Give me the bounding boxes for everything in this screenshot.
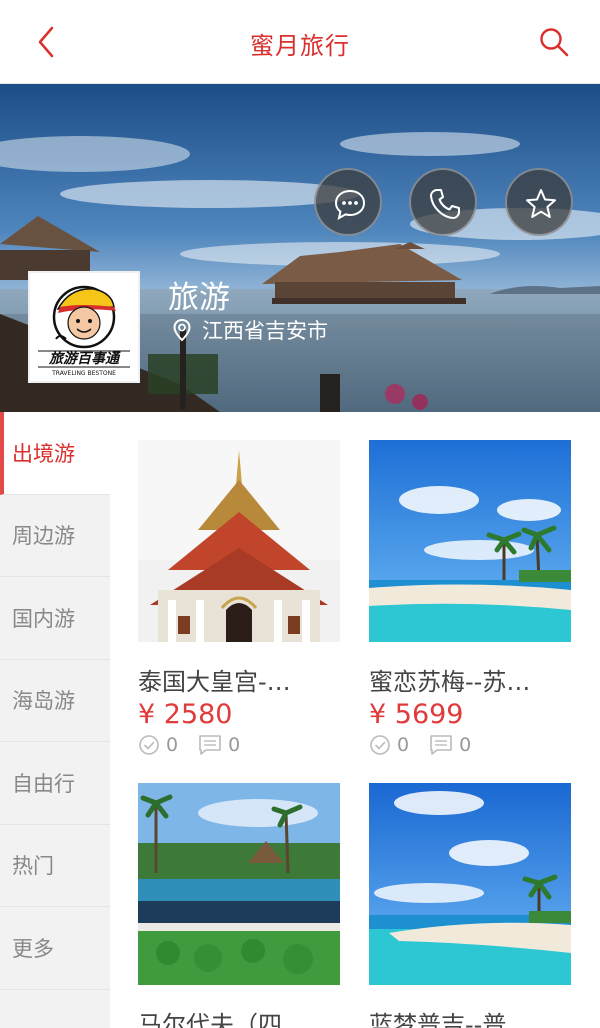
product-card[interactable]: 泰国大皇宫-… ¥ 2580 0 0 bbox=[138, 440, 342, 756]
category-sidebar: 出境游 周边游 国内游 海岛游 自由行 热门 更多 bbox=[0, 412, 110, 1028]
shop-location-text: 江西省吉安市 bbox=[202, 319, 328, 343]
check-circle-icon bbox=[370, 735, 390, 755]
sidebar-item-independent[interactable]: 自由行 bbox=[0, 742, 110, 825]
product-card[interactable]: 蜜恋苏梅--苏… ¥ 5699 0 0 bbox=[369, 440, 573, 756]
shop-logo-image: 旅游百事通 TRAVELING BESTONE bbox=[38, 285, 130, 377]
product-image-grand-palace bbox=[138, 440, 340, 642]
sidebar-item-nearby[interactable]: 周边游 bbox=[0, 495, 110, 577]
top-navigation-bar: 蜜月旅行 bbox=[0, 0, 600, 84]
sidebar-item-island[interactable]: 海岛游 bbox=[0, 660, 110, 742]
comment-icon bbox=[430, 735, 452, 755]
sidebar-item-domestic[interactable]: 国内游 bbox=[0, 577, 110, 660]
shop-banner: 旅游百事通 TRAVELING BESTONE 旅游 江西省吉安市 bbox=[0, 84, 600, 412]
phone-icon bbox=[430, 189, 460, 219]
product-stats: 0 0 bbox=[369, 734, 573, 756]
sidebar-item-outbound[interactable]: 出境游 bbox=[0, 412, 110, 495]
comment-count: 0 bbox=[459, 734, 472, 756]
product-image-samui-beach bbox=[369, 440, 571, 642]
product-name: 蜜恋苏梅--苏… bbox=[369, 668, 531, 696]
product-card[interactable]: 马尔代夫（四… bbox=[138, 783, 342, 1028]
product-image-phuket-beach bbox=[369, 783, 571, 985]
comment-count: 0 bbox=[228, 734, 241, 756]
phone-button[interactable] bbox=[409, 168, 477, 236]
svg-text:TRAVELING BESTONE: TRAVELING BESTONE bbox=[51, 370, 116, 377]
search-icon[interactable] bbox=[534, 22, 574, 62]
svg-text:旅游百事通: 旅游百事通 bbox=[48, 350, 121, 367]
shop-name: 旅游 bbox=[168, 280, 230, 316]
page-title: 蜜月旅行 bbox=[250, 32, 350, 60]
chat-bubble-icon bbox=[334, 189, 366, 220]
location-pin-icon bbox=[173, 318, 191, 342]
product-stats: 0 0 bbox=[138, 734, 342, 756]
check-count: 0 bbox=[397, 734, 410, 756]
favorite-button[interactable] bbox=[505, 168, 573, 236]
message-button[interactable] bbox=[314, 168, 382, 236]
product-card[interactable]: 蓝梦普吉--普… bbox=[369, 783, 573, 1028]
shop-logo: 旅游百事通 TRAVELING BESTONE bbox=[28, 271, 140, 383]
product-price: ¥ 5699 bbox=[369, 699, 464, 730]
product-name: 蓝梦普吉--普… bbox=[369, 1011, 531, 1028]
check-count: 0 bbox=[166, 734, 179, 756]
product-name: 马尔代夫（四… bbox=[138, 1011, 306, 1028]
comment-icon bbox=[199, 735, 221, 755]
sidebar-item-popular[interactable]: 热门 bbox=[0, 825, 110, 907]
star-icon bbox=[526, 189, 556, 218]
product-price: ¥ 2580 bbox=[138, 699, 233, 730]
product-name: 泰国大皇宫-… bbox=[138, 668, 291, 696]
product-image-maldives-resort bbox=[138, 783, 340, 985]
check-circle-icon bbox=[139, 735, 159, 755]
sidebar-item-more[interactable]: 更多 bbox=[0, 907, 110, 990]
shop-location: 江西省吉安市 bbox=[172, 316, 328, 344]
product-grid: 泰国大皇宫-… ¥ 2580 0 0 蜜恋苏梅--苏… ¥ 5699 0 0 马… bbox=[110, 412, 600, 1028]
